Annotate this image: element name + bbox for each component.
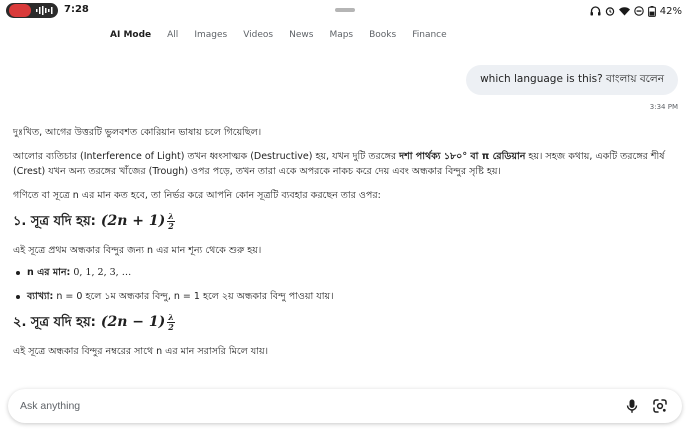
message-timestamp: 3:34 PM — [649, 103, 678, 111]
formula-2-description: এই সূত্রে অন্ধকার বিন্দুর নম্বরের সাথে n… — [13, 346, 268, 357]
tab-all[interactable]: All — [167, 30, 178, 40]
battery-icon — [647, 5, 656, 17]
google-lens-icon[interactable] — [652, 398, 668, 414]
ai-response: দুঃখিত, আগের উত্তরটি ভুলবশত কোরিয়ান ভাষ… — [13, 125, 678, 366]
wifi-icon — [618, 6, 630, 15]
formula-2-math: (2n − 1) λ2 — [100, 312, 175, 332]
response-paragraph-intro: গণিতে বা সূত্রে n এর মান কত হবে, তা নির্… — [13, 190, 381, 201]
user-message-text: which language is this? বাংলায় বলেন — [480, 72, 664, 85]
tab-ai-mode[interactable]: AI Mode — [110, 30, 151, 40]
search-mode-tabs: AI Mode All Images Videos News Maps Book… — [110, 26, 447, 44]
tab-maps[interactable]: Maps — [329, 30, 353, 40]
formula-1-list: n এর মান: 0, 1, 2, 3, … ব্যাখ্যা: n = 0 … — [13, 265, 678, 304]
do-not-disturb-icon — [634, 6, 644, 16]
status-time: 7:28 — [64, 4, 89, 15]
ask-input-bar — [8, 389, 682, 423]
formula-heading-1: ১. সূত্র যদি হয়: (2n + 1) λ2 — [13, 211, 175, 231]
response-paragraph-apology: দুঃখিত, আগের উত্তরটি ভুলবশত কোরিয়ান ভাষ… — [13, 127, 262, 138]
response-paragraph-explanation: আলোর ব্যতিচার (Interference of Light) তখ… — [13, 151, 665, 177]
multitask-handle[interactable] — [335, 8, 355, 12]
tab-books[interactable]: Books — [369, 30, 396, 40]
tab-news[interactable]: News — [289, 30, 313, 40]
tab-finance[interactable]: Finance — [412, 30, 446, 40]
tab-images[interactable]: Images — [194, 30, 227, 40]
formula-1-math: (2n + 1) λ2 — [100, 211, 175, 231]
list-item: ব্যাখ্যা: n = 0 হলে ১ম অন্ধকার বিন্দু, n… — [13, 289, 678, 304]
battery-percent: 42% — [659, 5, 682, 17]
headphones-icon — [590, 6, 601, 16]
microphone-icon[interactable] — [624, 398, 640, 414]
ask-anything-input[interactable] — [20, 389, 580, 423]
screen-record-icon[interactable] — [6, 3, 58, 18]
status-icons: 42% — [590, 3, 682, 19]
user-message-bubble: which language is this? বাংলায় বলেন — [466, 65, 678, 95]
tab-videos[interactable]: Videos — [243, 30, 273, 40]
list-item: n এর মান: 0, 1, 2, 3, … — [13, 265, 678, 280]
status-bar: 7:28 42% — [0, 0, 690, 22]
formula-1-description: এই সূত্রে প্রথম অন্ধকার বিন্দুর জন্য n এ… — [13, 245, 262, 256]
alarm-icon — [605, 7, 614, 16]
formula-heading-2: ২. সূত্র যদি হয়: (2n − 1) λ2 — [13, 312, 175, 332]
